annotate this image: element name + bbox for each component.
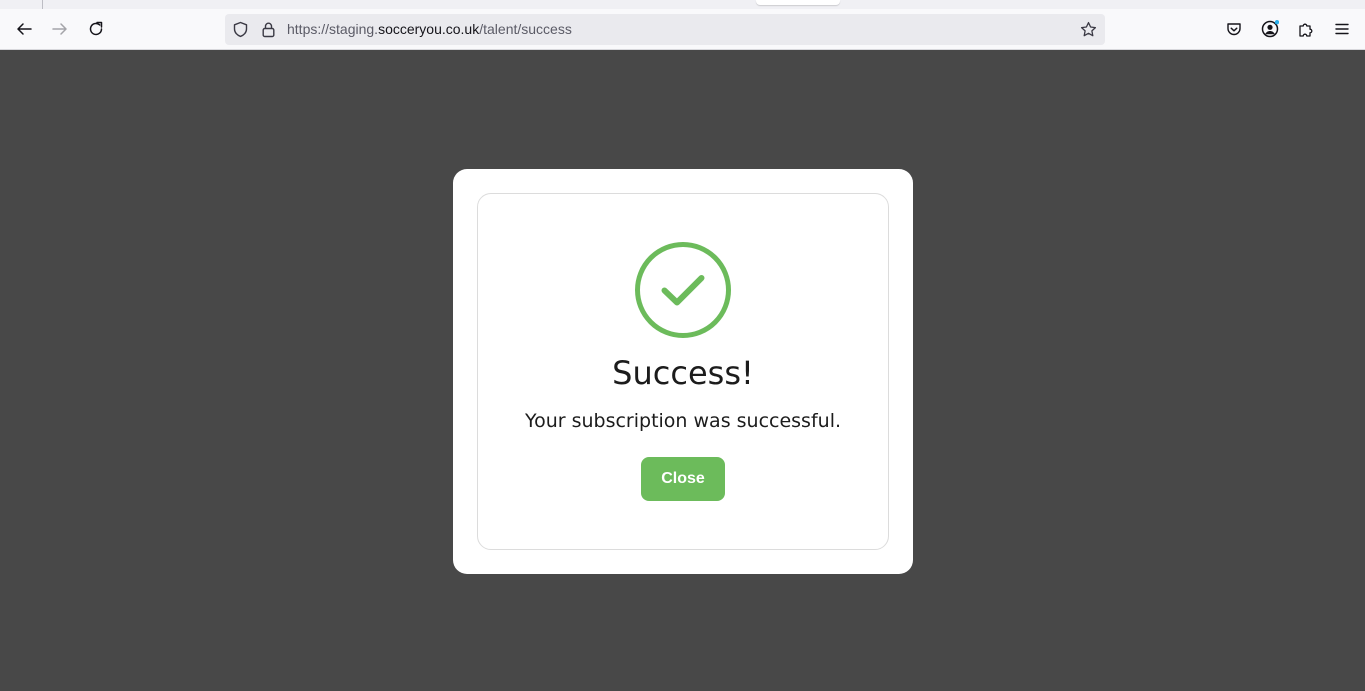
reload-icon [88,21,104,37]
success-modal: Success! Your subscription was successfu… [453,169,913,574]
extensions-button[interactable] [1291,14,1321,44]
pocket-icon [1226,21,1242,37]
arrow-left-icon [16,21,32,37]
browser-toolbar: https://staging.socceryou.co.uk/talent/s… [0,9,1365,50]
pocket-button[interactable] [1219,14,1249,44]
account-icon [1261,20,1279,38]
star-icon[interactable] [1080,21,1097,38]
close-button[interactable]: Close [641,457,725,501]
check-circle-icon [635,242,731,338]
account-button[interactable] [1255,14,1285,44]
url-text[interactable]: https://staging.socceryou.co.uk/talent/s… [287,21,572,38]
puzzle-icon [1298,21,1314,37]
modal-title: Success! [612,354,754,392]
modal-message: Your subscription was successful. [524,410,842,432]
url-host: socceryou.co.uk [378,21,480,37]
reload-button[interactable] [81,14,111,44]
active-tab[interactable] [756,0,840,5]
hamburger-menu-icon [1334,21,1350,37]
tab-separator [42,0,43,9]
shield-icon[interactable] [232,21,249,38]
url-prefix: https://staging. [287,21,379,37]
modal-content: Success! Your subscription was successfu… [477,193,889,550]
address-bar[interactable]: https://staging.socceryou.co.uk/talent/s… [225,14,1105,45]
lock-icon[interactable] [260,21,277,38]
menu-button[interactable] [1327,14,1357,44]
tab-strip [0,0,1365,9]
forward-button[interactable] [45,14,75,44]
arrow-right-icon [52,21,68,37]
back-button[interactable] [9,14,39,44]
url-path: /talent/success [479,21,572,37]
